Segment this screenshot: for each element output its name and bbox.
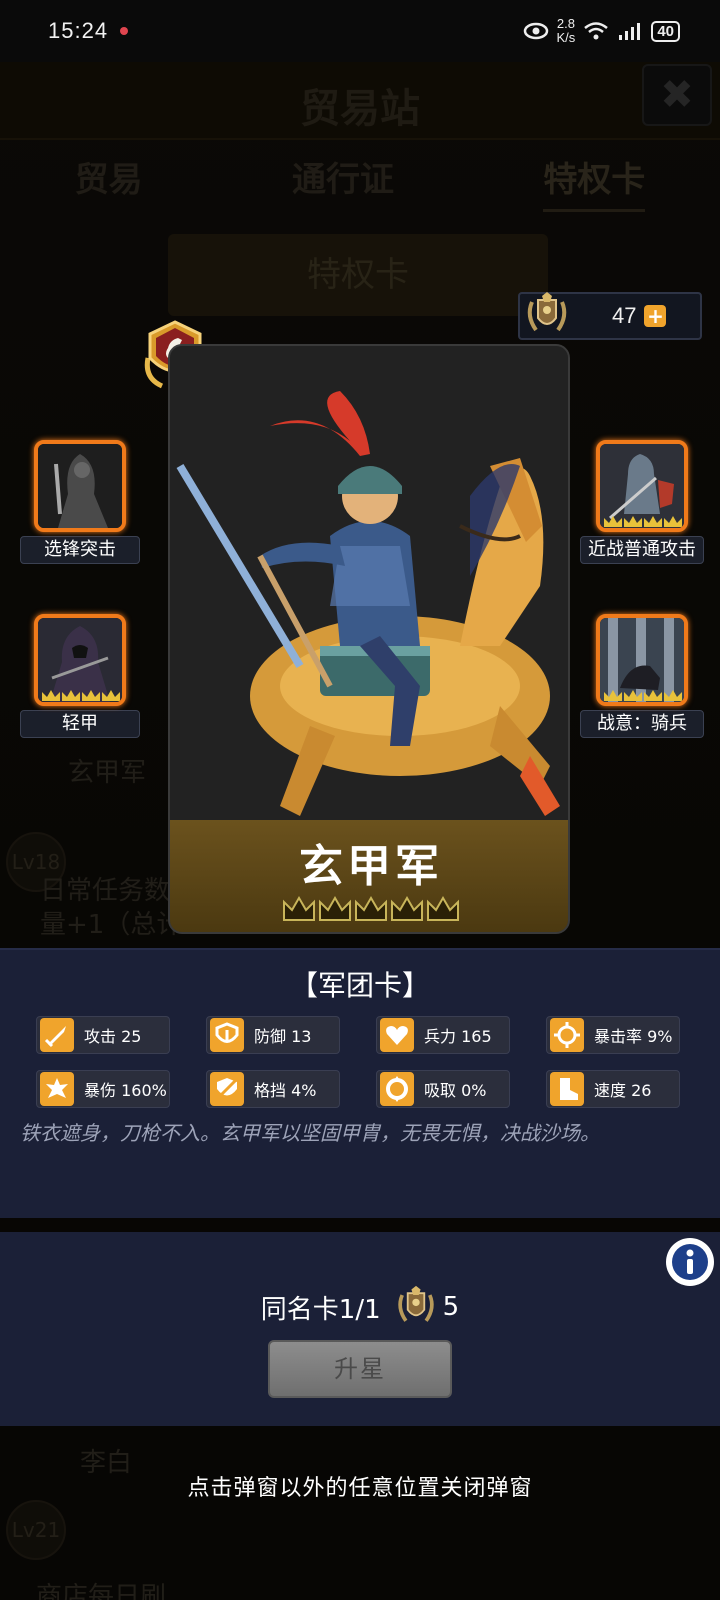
laurel-shield-emblem-icon [397,1285,434,1322]
boot-icon [550,1072,584,1106]
status-icons: 2.8 K/s 40 [523,17,680,45]
drain-icon [380,1072,414,1106]
wifi-icon [584,22,609,40]
crosshair-icon [550,1018,584,1052]
skill-light-armor[interactable]: 轻甲 [20,614,140,738]
burst-icon [40,1072,74,1106]
stat-attack: 攻击 25 [36,1016,170,1054]
stat-crit-damage: 暴伤 160% [36,1070,170,1108]
upgrade-cost: 5 [442,1292,460,1322]
duplicate-card-row: 同名卡1/1 5 [0,1284,720,1330]
duplicate-count: 同名卡1/1 [260,1294,381,1325]
cavalry-portrait-image [170,346,568,826]
close-hint-text: 点击弹窗以外的任意位置关闭弹窗 [187,1476,533,1501]
stats-panel: 【军团卡】 攻击 25 防御 13 兵力 165 暴击率 9% 暴伤 160% … [0,948,720,1218]
info-icon [672,1244,708,1280]
notification-dot-icon [120,27,129,35]
card-flavor-text: 铁衣遮身，刀枪不入。玄甲军以坚固甲胄，无畏无惧，决战沙场。 [20,1121,600,1145]
upgrade-star-button[interactable]: 升星 [268,1340,452,1398]
signal-icon [619,23,641,40]
stat-block: 格挡 4% [206,1070,340,1108]
skill-frame [596,440,688,532]
stat-troops: 兵力 165 [376,1016,510,1054]
shield-icon [210,1018,244,1052]
sword-icon [40,1018,74,1052]
skill-frame [34,614,126,706]
stat-drain: 吸取 0% [376,1070,510,1108]
stat-defense: 防御 13 [206,1016,340,1054]
crown-row-icon [42,690,120,701]
skill-label: 轻甲 [20,710,140,738]
card-type-label: 【军团卡】 [289,969,430,1002]
skill-label: 选锋突击 [20,536,140,564]
skill-melee-attack[interactable]: 近战普通攻击 [580,440,704,564]
skill-frame [596,614,688,706]
skill-cavalry-spirit[interactable]: 战意：骑兵 [580,614,704,738]
info-button[interactable] [666,1238,714,1286]
heart-icon [380,1018,414,1052]
stat-crit-rate: 暴击率 9% [546,1016,680,1054]
network-speed: 2.8 K/s [556,16,576,45]
card-name: 玄甲军 [299,841,443,892]
block-icon [210,1072,244,1106]
currency-display: 47 + [518,292,702,340]
crown-row-icon [604,516,682,527]
battery-indicator: 40 [651,20,680,42]
eye-icon [523,22,548,40]
skill-label: 战意：骑兵 [580,710,704,738]
laurel-shield-emblem-icon [527,292,567,332]
skill-label: 近战普通攻击 [580,536,704,564]
dark-knight-sword-icon [38,444,122,528]
add-currency-button[interactable]: + [644,305,667,327]
upgrade-panel: 同名卡1/1 5 升星 [0,1232,720,1426]
currency-amount: 47 [612,303,637,328]
card-nameplate: 玄甲军 [170,820,568,932]
unit-card: 玄甲军 [168,344,570,934]
skill-vanguard-charge[interactable]: 选锋突击 [20,440,140,564]
star-crowns-icon [283,896,459,921]
status-time: 15:24 [48,18,109,43]
crown-row-icon [604,690,682,701]
stat-speed: 速度 26 [546,1070,680,1108]
skill-frame [34,440,126,532]
status-bar: 15:24 2.8 K/s 40 [0,0,720,62]
